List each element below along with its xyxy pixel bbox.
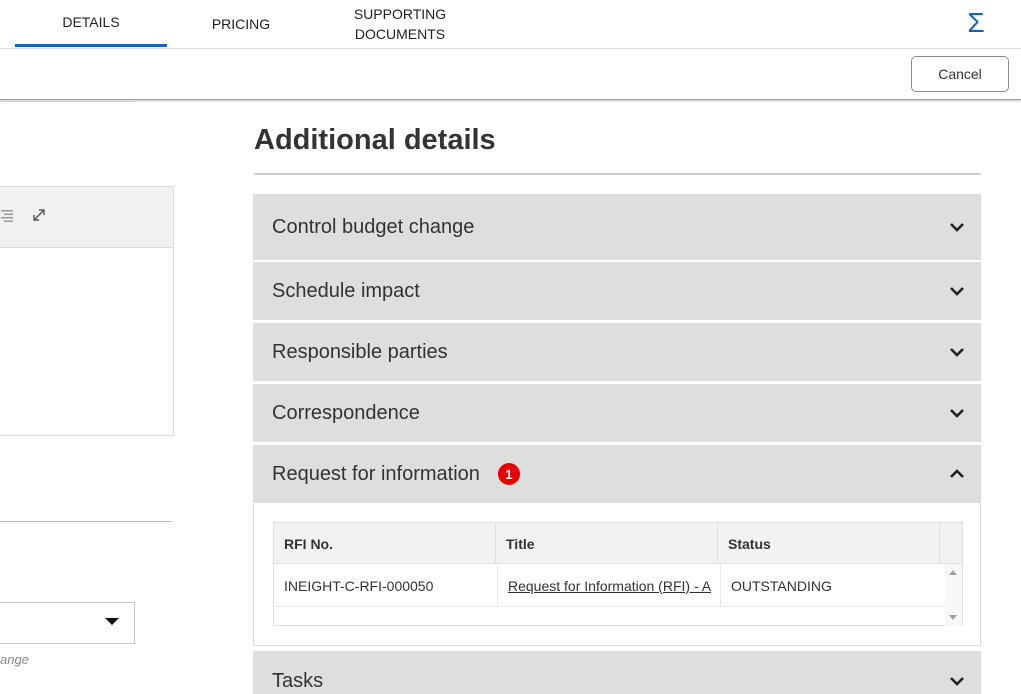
- expand-icon[interactable]: [32, 208, 46, 222]
- column-header-status[interactable]: Status: [718, 523, 940, 564]
- accordion-label: Control budget change: [272, 215, 475, 238]
- action-bar: Cancel: [0, 49, 1021, 100]
- chevron-down-icon: [950, 409, 964, 418]
- tab-details[interactable]: DETAILS: [15, 0, 167, 47]
- column-header-rfi-no[interactable]: RFI No.: [274, 523, 496, 564]
- chevron-up-icon: [950, 469, 964, 478]
- left-divider-top: [0, 100, 135, 102]
- scroll-up-icon[interactable]: [949, 570, 957, 575]
- table-scrollbar[interactable]: [945, 564, 962, 626]
- status-cell: OUTSTANDING: [731, 577, 832, 594]
- scroll-down-icon[interactable]: [949, 615, 957, 620]
- accordion-label: Request for information: [272, 462, 480, 485]
- column-header-title[interactable]: Title: [496, 523, 718, 564]
- accordion-correspondence[interactable]: Correspondence: [253, 384, 981, 442]
- tabs-bar: DETAILS PRICING SUPPORTING DOCUMENTS Σ: [0, 0, 1021, 49]
- rich-text-editor[interactable]: [0, 186, 174, 436]
- accordion-label: Responsible parties: [272, 340, 448, 363]
- chevron-down-icon: [950, 287, 964, 296]
- accordion-schedule-impact[interactable]: Schedule impact: [253, 262, 981, 320]
- accordion-label: Schedule impact: [272, 279, 420, 302]
- chevron-down-icon: [950, 223, 964, 232]
- accordion-label: Tasks: [272, 669, 324, 692]
- chevron-down-icon: [950, 677, 964, 686]
- rfi-panel: RFI No. Title Status INEIGHT-C-RFI-00005…: [253, 503, 981, 646]
- left-hint-text: ange: [0, 652, 29, 667]
- accordion-control-budget-change[interactable]: Control budget change: [253, 194, 981, 260]
- sigma-icon[interactable]: Σ: [962, 6, 990, 40]
- rfi-table-header: RFI No. Title Status: [274, 523, 962, 564]
- title-underline: [254, 173, 981, 175]
- page: DETAILS PRICING SUPPORTING DOCUMENTS Σ C…: [0, 0, 1021, 694]
- chevron-down-icon: [950, 348, 964, 357]
- cancel-button[interactable]: Cancel: [911, 56, 1009, 92]
- rfi-title-link[interactable]: Request for Information (RFI) - A: [508, 578, 711, 594]
- dropdown-caret-icon: [105, 618, 119, 625]
- accordion-responsible-parties[interactable]: Responsible parties: [253, 323, 981, 381]
- accordion-label: Correspondence: [272, 401, 420, 424]
- additional-details-title: Additional details: [254, 124, 496, 156]
- left-select[interactable]: [0, 602, 135, 644]
- editor-toolbar: [0, 187, 173, 248]
- table-row[interactable]: INEIGHT-C-RFI-000050 Request for Informa…: [274, 564, 945, 607]
- align-icon[interactable]: [1, 209, 13, 223]
- left-divider: [0, 521, 172, 522]
- tab-supporting-documents[interactable]: SUPPORTING DOCUMENTS: [330, 0, 470, 47]
- rfi-table: RFI No. Title Status INEIGHT-C-RFI-00005…: [273, 522, 963, 626]
- rfi-no-cell: INEIGHT-C-RFI-000050: [274, 564, 498, 607]
- tab-pricing[interactable]: PRICING: [166, 0, 316, 47]
- accordion-tasks[interactable]: Tasks: [253, 651, 981, 694]
- accordion-request-for-information[interactable]: Request for information 1: [253, 445, 981, 503]
- title-cell: Request for Information (RFI) - A: [498, 564, 721, 607]
- rfi-count-badge: 1: [497, 463, 520, 485]
